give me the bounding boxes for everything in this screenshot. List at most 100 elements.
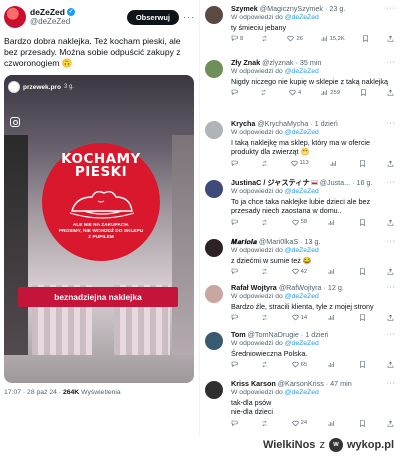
reply-to-handle[interactable]: @deZeZed — [285, 340, 319, 347]
reply-author-name[interactable]: Szymek — [231, 4, 258, 13]
share-button[interactable] — [387, 219, 394, 226]
more-options-icon[interactable]: ··· — [183, 12, 195, 22]
reply-more-icon[interactable]: ··· — [384, 4, 396, 13]
reply-avatar[interactable] — [205, 239, 223, 257]
reply-item[interactable]: Krycha @KrychaMycha · 1 dzień ··· W odpo… — [201, 119, 400, 167]
reply-to-handle[interactable]: @deZeZed — [285, 389, 319, 396]
reply-author-handle[interactable]: @RafWojtyra · 12 g. — [279, 283, 344, 292]
reply-avatar[interactable] — [205, 121, 223, 139]
like-button[interactable]: 4 — [289, 89, 301, 96]
repost-button[interactable] — [261, 361, 270, 368]
share-button[interactable] — [387, 35, 394, 43]
views-button[interactable]: 15,2K — [321, 35, 345, 42]
repost-button[interactable] — [261, 160, 270, 167]
views-button[interactable] — [330, 160, 339, 167]
reply-item[interactable]: JustinaC / ジャスティナ @Justa... · 16 g. ··· … — [201, 178, 400, 226]
bookmark-button[interactable] — [359, 268, 366, 276]
reply-avatar[interactable] — [205, 60, 223, 78]
views-button[interactable] — [328, 268, 337, 275]
reply-to-handle[interactable]: @deZeZed — [285, 188, 319, 195]
bookmark-button[interactable] — [362, 35, 369, 43]
reply-to-handle[interactable]: @deZeZed — [285, 14, 319, 21]
follow-button[interactable]: Obserwuj — [126, 9, 179, 25]
reply-more-icon[interactable]: ··· — [384, 178, 396, 187]
share-button[interactable] — [387, 314, 394, 322]
reply-button[interactable] — [231, 314, 240, 321]
reply-author-handle[interactable]: @Mari0lkaS · 13 g. — [259, 237, 321, 246]
reply-item[interactable]: Rafał Wojtyra @RafWojtyra · 12 g. ··· W … — [201, 283, 400, 322]
author-avatar[interactable] — [4, 6, 26, 28]
author-display-name[interactable]: deZeZed ✓ — [30, 7, 127, 17]
reply-button[interactable] — [231, 89, 240, 96]
reply-more-icon[interactable]: ··· — [384, 379, 396, 388]
reply-author-handle[interactable]: @KrychaMycha · 1 dzień — [257, 119, 337, 128]
reply-item[interactable]: Zły Znak @zlyznak · 35 min ··· W odpowie… — [201, 58, 400, 97]
reply-button[interactable] — [231, 268, 240, 275]
reply-author-name[interactable]: Kriss Karson — [231, 379, 276, 388]
reply-author-name[interactable]: 𝑴𝒂𝒓𝒊𝒐𝒍𝒂 — [231, 237, 257, 246]
reply-more-icon[interactable]: ··· — [384, 58, 396, 67]
bookmark-button[interactable] — [359, 420, 366, 427]
views-button[interactable]: 259 — [321, 89, 340, 96]
share-button[interactable] — [387, 268, 394, 276]
reply-button[interactable] — [231, 219, 240, 226]
share-button[interactable] — [387, 160, 394, 167]
views-button[interactable] — [328, 219, 337, 226]
reply-avatar[interactable] — [205, 6, 223, 24]
bookmark-button[interactable] — [359, 219, 366, 226]
reply-avatar[interactable] — [205, 285, 223, 303]
reply-item[interactable]: Szymek @MagicznySzymek · 23 g. ··· W odp… — [201, 4, 400, 43]
reply-more-icon[interactable]: ··· — [384, 283, 396, 292]
share-button[interactable] — [387, 420, 394, 427]
like-button[interactable]: 42 — [292, 268, 307, 275]
reply-author-handle[interactable]: @KarsonKriss · 47 min — [278, 379, 352, 388]
reply-to-handle[interactable]: @deZeZed — [285, 129, 319, 136]
repost-button[interactable] — [261, 219, 270, 226]
tweet-time[interactable]: 17:07 · 28 paź 24 — [4, 389, 57, 396]
reply-author-handle[interactable]: @zlyznak · 35 min — [262, 58, 321, 67]
reply-more-icon[interactable]: ··· — [384, 330, 396, 339]
reply-author-name[interactable]: Tom — [231, 330, 246, 339]
bookmark-button[interactable] — [359, 160, 366, 167]
reply-author-name[interactable]: Rafał Wojtyra — [231, 283, 277, 292]
reply-to-handle[interactable]: @deZeZed — [285, 293, 319, 300]
reply-item[interactable]: Tom @TomNaDrugie · 1 dzień ··· W odpowie… — [201, 330, 400, 369]
like-button[interactable]: 14 — [292, 314, 307, 321]
reply-button[interactable]: 8 — [231, 35, 243, 42]
reply-more-icon[interactable]: ··· — [384, 119, 396, 128]
repost-button[interactable] — [261, 35, 270, 42]
repost-button[interactable] — [261, 268, 270, 275]
views-button[interactable] — [328, 420, 337, 427]
reply-author-handle[interactable]: @MagicznySzymek · 23 g. — [260, 4, 346, 13]
reply-author-handle[interactable]: @Justa... · 16 g. — [320, 178, 373, 187]
reply-button[interactable] — [231, 420, 240, 427]
reply-author-name[interactable]: Krycha — [231, 119, 255, 128]
tweet-image[interactable]: przewek.pro 3 g. KOCHAMY PIESKI ALE NIE … — [4, 75, 194, 383]
like-button[interactable]: 65 — [292, 361, 307, 368]
repost-button[interactable] — [261, 314, 270, 321]
reply-to-handle[interactable]: @deZeZed — [285, 247, 319, 254]
like-button[interactable]: 24 — [292, 420, 307, 427]
repost-button[interactable] — [260, 89, 269, 96]
reply-item[interactable]: Kriss Karson @KarsonKriss · 47 min ··· W… — [201, 379, 400, 427]
bookmark-button[interactable] — [360, 89, 367, 97]
reply-avatar[interactable] — [205, 332, 223, 350]
share-button[interactable] — [387, 361, 394, 369]
views-button[interactable] — [328, 361, 337, 368]
reply-more-icon[interactable]: ··· — [384, 237, 396, 246]
reply-author-name[interactable]: JustinaC / ジャスティナ — [231, 178, 310, 187]
bookmark-button[interactable] — [359, 361, 366, 369]
reply-to-handle[interactable]: @deZeZed — [285, 68, 319, 75]
bookmark-button[interactable] — [359, 314, 366, 322]
like-button[interactable]: 58 — [292, 219, 307, 226]
repost-button[interactable] — [261, 420, 270, 427]
views-button[interactable] — [328, 314, 337, 321]
reply-author-handle[interactable]: @TomNaDrugie · 1 dzień — [248, 330, 329, 339]
author-handle[interactable]: @deZeZed — [30, 17, 127, 27]
reply-author-name[interactable]: Zły Znak — [231, 58, 260, 67]
like-button[interactable]: 26 — [287, 35, 303, 42]
like-button[interactable]: 113 — [290, 160, 309, 167]
reply-avatar[interactable] — [205, 180, 223, 198]
share-button[interactable] — [387, 89, 394, 97]
reply-button[interactable] — [231, 361, 240, 368]
